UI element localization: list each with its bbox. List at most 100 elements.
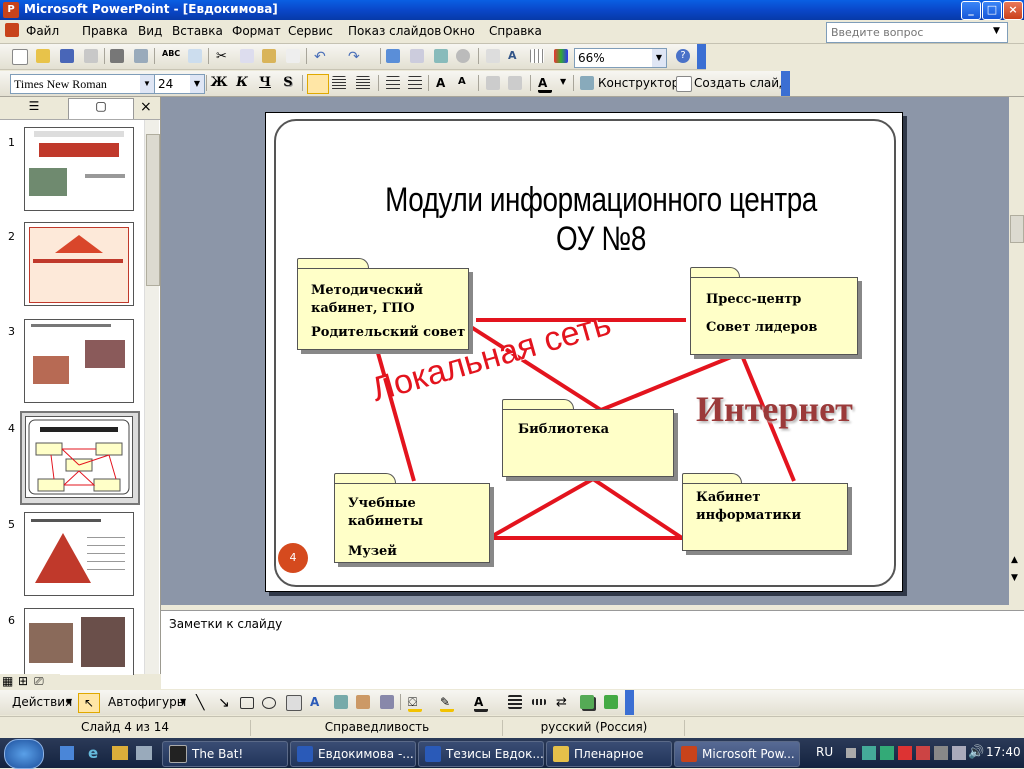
slideshow-view-icon[interactable]: ⎚	[34, 674, 44, 689]
show-desktop-icon[interactable]	[60, 746, 74, 760]
menu-file[interactable]: Файл	[26, 24, 59, 38]
folder-icon[interactable]	[112, 746, 128, 760]
sorter-view-icon[interactable]: ⊞	[18, 674, 28, 688]
research-icon[interactable]	[188, 49, 202, 63]
clock[interactable]: 17:40	[986, 745, 1021, 759]
autoshapes-menu[interactable]: Автофигуры	[108, 695, 186, 709]
help-search-box[interactable]	[826, 22, 1008, 43]
menu-edit[interactable]: Правка	[82, 24, 128, 38]
rectangle-tool-icon[interactable]	[240, 697, 254, 709]
help-dropdown-icon[interactable]: ▼	[993, 26, 1000, 36]
bold-button[interactable]: Ж	[210, 74, 228, 92]
preview-icon[interactable]	[134, 49, 148, 63]
task-evdokimova[interactable]: Евдокимова -...	[290, 741, 416, 767]
tables-borders-icon[interactable]	[434, 49, 448, 63]
insert-picture-icon[interactable]	[456, 49, 470, 63]
slide-thumbnail-2[interactable]	[24, 222, 134, 306]
decrease-indent-icon[interactable]	[486, 76, 500, 90]
slide-thumbnail-6[interactable]	[24, 608, 134, 675]
spelling-icon[interactable]: ABC	[162, 49, 180, 63]
menu-tools[interactable]: Сервис	[288, 24, 333, 38]
normal-view-icon[interactable]: ▦	[2, 674, 13, 688]
menu-format[interactable]: Формат	[232, 24, 281, 38]
chevron-down-icon[interactable]: ▼	[180, 697, 186, 706]
close-button[interactable]: ×	[1003, 1, 1023, 20]
scroll-thumb[interactable]	[1010, 215, 1024, 243]
notes-pane[interactable]: Заметки к слайду	[161, 610, 1024, 689]
task-powerpoint[interactable]: Microsoft Pow...	[674, 741, 800, 767]
menu-slideshow[interactable]: Показ слайдов	[348, 24, 441, 38]
new-icon[interactable]	[12, 49, 28, 65]
new-slide-button[interactable]: Создать слайд	[694, 76, 787, 90]
underline-button[interactable]: Ч	[256, 74, 274, 92]
menu-insert[interactable]: Вставка	[172, 24, 223, 38]
wordart-icon[interactable]: A	[310, 695, 324, 709]
chevron-down-icon[interactable]: ▼	[190, 75, 204, 93]
grid-icon[interactable]	[530, 49, 544, 63]
document-icon[interactable]	[5, 23, 19, 37]
clipart-icon[interactable]	[356, 695, 370, 709]
line-style-icon[interactable]	[508, 695, 522, 709]
arrow-tool-icon[interactable]: ↘	[218, 695, 232, 711]
folder-methodical[interactable]: Методический кабинет, ГПО Родительский с…	[297, 258, 469, 350]
ie-icon[interactable]: e	[88, 744, 98, 762]
folder-classrooms[interactable]: Учебные кабинеты Музей	[334, 473, 490, 563]
minimize-button[interactable]: _	[961, 1, 981, 20]
line-tool-icon[interactable]: ╲	[196, 695, 210, 711]
undo-icon[interactable]: ↶	[314, 49, 328, 65]
format-painter-icon[interactable]	[286, 49, 300, 63]
decrease-font-icon[interactable]: A	[458, 76, 472, 90]
open-icon[interactable]	[36, 49, 50, 63]
increase-font-icon[interactable]: A	[436, 76, 450, 90]
diagram-icon[interactable]	[334, 695, 348, 709]
paste-icon[interactable]	[262, 49, 276, 63]
textbox-icon[interactable]	[286, 695, 302, 711]
redo-icon[interactable]: ↷	[348, 49, 362, 65]
task-thebat[interactable]: The Bat!	[162, 741, 288, 767]
font-combo[interactable]: Times New Roman ▼	[10, 74, 155, 94]
actions-menu[interactable]: Действия	[12, 695, 72, 709]
slide-thumbnail-3[interactable]	[24, 319, 134, 403]
start-button[interactable]	[4, 739, 44, 769]
design-icon[interactable]	[580, 76, 594, 90]
shadow-button[interactable]: S	[279, 74, 297, 92]
new-slide-icon[interactable]	[676, 76, 692, 92]
show-formatting-icon[interactable]: A	[508, 49, 522, 63]
fill-color-icon[interactable]: ⛋	[408, 695, 422, 712]
arrow-style-icon[interactable]: ⇄	[556, 695, 570, 710]
increase-indent-icon[interactable]	[508, 76, 522, 90]
font-color-icon[interactable]: A	[474, 695, 488, 712]
next-slide-icon[interactable]: ▼	[1011, 573, 1018, 583]
toolbar-options-icon[interactable]	[697, 44, 706, 69]
tray-antivirus-icon[interactable]	[898, 746, 912, 760]
help-search-input[interactable]	[827, 23, 995, 41]
oval-tool-icon[interactable]	[262, 697, 276, 709]
designer-button[interactable]: Конструктор	[598, 76, 679, 90]
numbering-icon[interactable]	[386, 76, 400, 90]
language-indicator[interactable]: RU	[816, 745, 833, 759]
folder-informatics[interactable]: Кабинет информатики	[682, 473, 848, 551]
3d-style-icon[interactable]	[604, 695, 618, 709]
tray-device-icon[interactable]	[934, 746, 948, 760]
font-color-icon[interactable]: A	[538, 76, 552, 93]
print-icon[interactable]	[110, 49, 124, 63]
picture-icon[interactable]	[380, 695, 394, 709]
align-center-icon[interactable]	[332, 76, 346, 90]
tab-slides[interactable]: ▢	[68, 98, 134, 119]
toolbar-options-icon[interactable]	[781, 71, 790, 96]
shadow-style-icon[interactable]	[580, 695, 594, 709]
tray-network-icon[interactable]	[862, 746, 876, 760]
tray-arrow-icon[interactable]	[846, 748, 856, 758]
chart-icon[interactable]	[386, 49, 400, 63]
italic-button[interactable]: К	[233, 74, 251, 92]
maximize-button[interactable]: □	[982, 1, 1002, 20]
close-pane-icon[interactable]: ×	[140, 99, 152, 115]
volume-icon[interactable]: 🔊	[968, 745, 984, 760]
save-icon[interactable]	[60, 49, 74, 63]
tab-outline[interactable]: ☰	[4, 99, 64, 117]
line-color-icon[interactable]: ✎	[440, 695, 454, 712]
slides-pane-scrollbar[interactable]	[144, 120, 160, 674]
menu-window[interactable]: Окно	[443, 24, 475, 38]
menu-help[interactable]: Справка	[489, 24, 542, 38]
toolbar-options-icon[interactable]	[625, 690, 634, 715]
